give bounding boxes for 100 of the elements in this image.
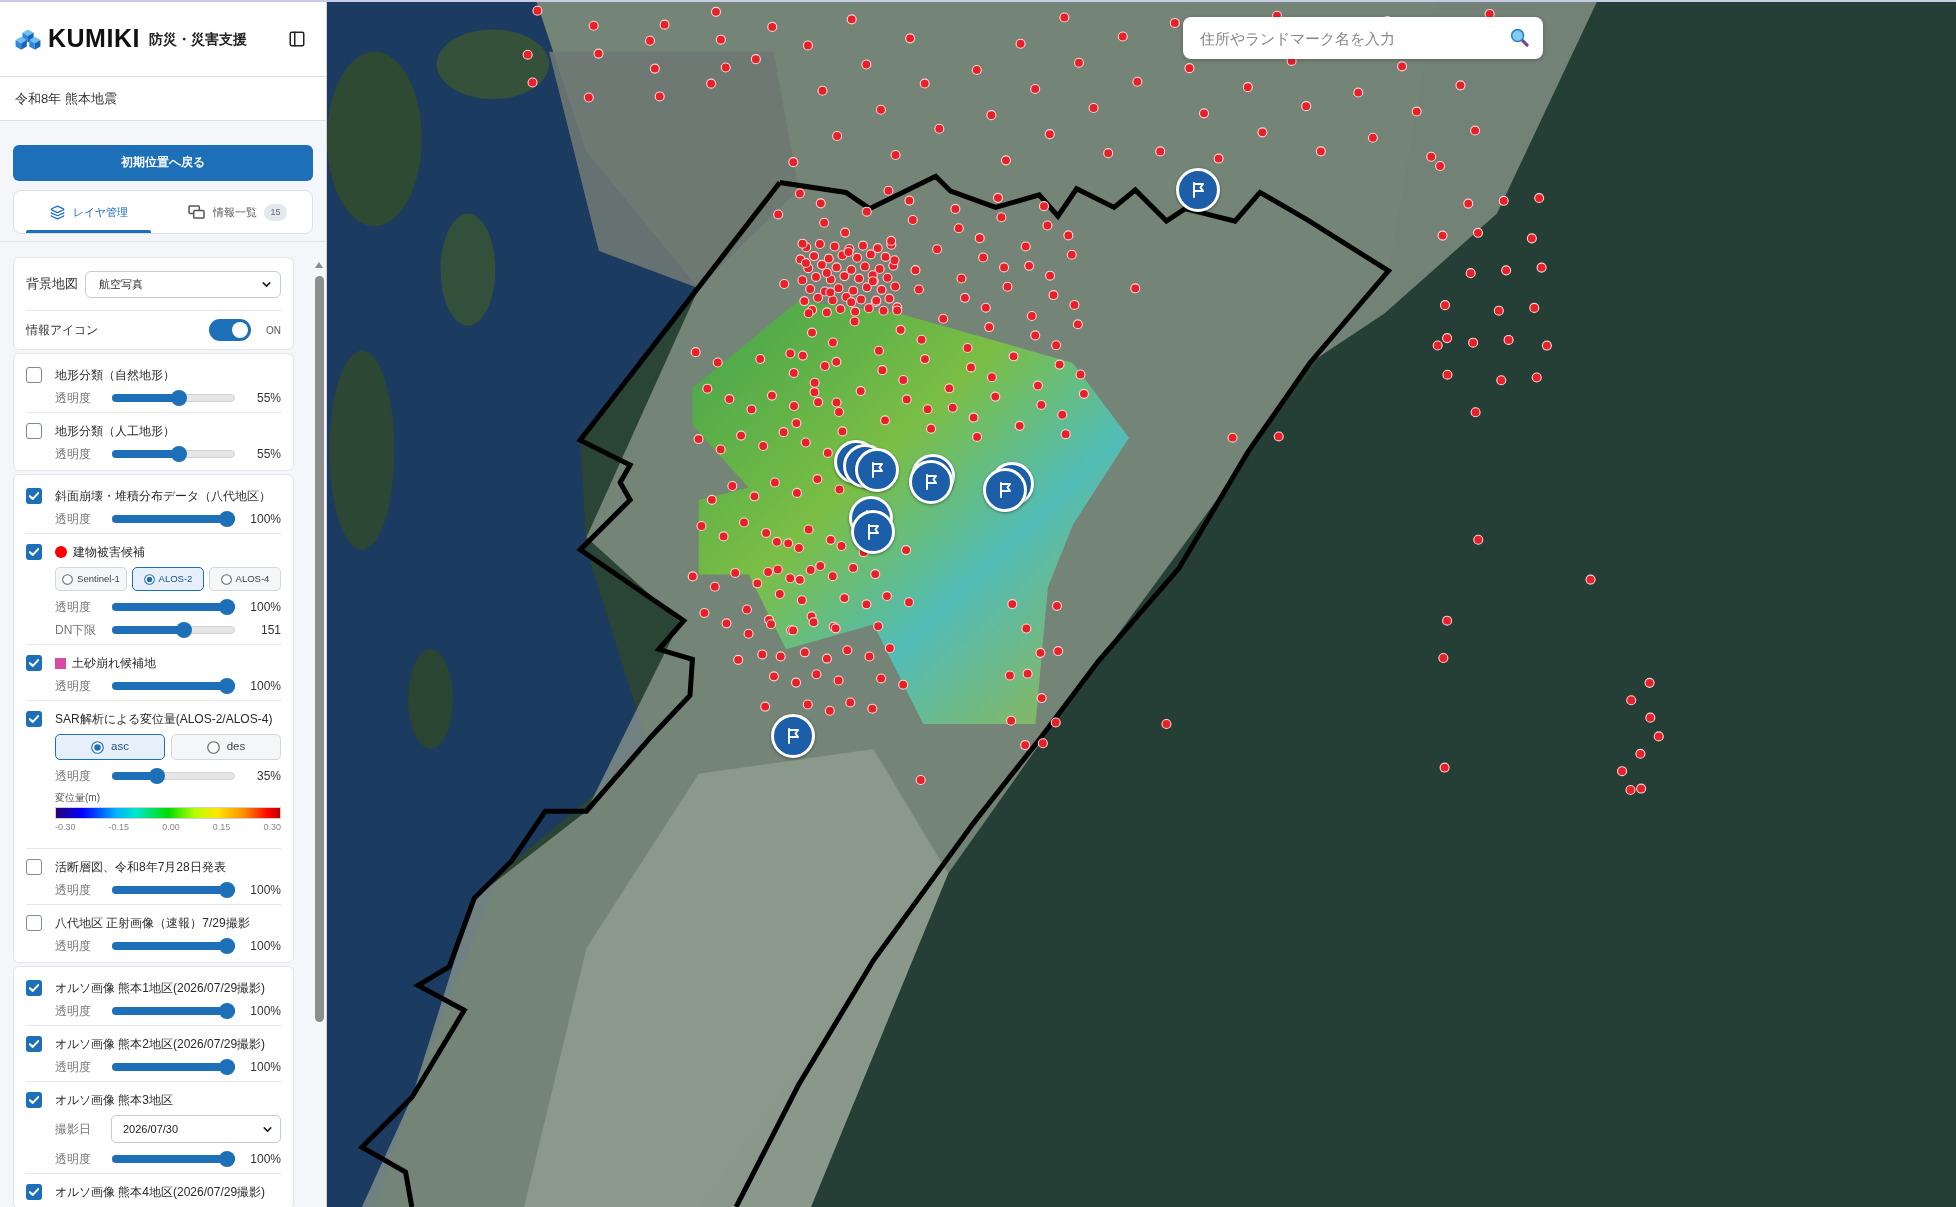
layer-checkbox[interactable] [26,544,42,560]
checkmark-icon [29,492,39,500]
checkmark-icon [29,1188,39,1196]
tab[interactable]: レイヤ管理 [14,191,163,233]
slider-track[interactable] [112,678,235,694]
scrollbar-thumb[interactable] [314,276,324,1022]
layer-name: 地形分類（人工地形） [55,423,175,440]
slider-track[interactable] [112,768,235,784]
layer-checkbox[interactable] [26,1092,42,1108]
layer-checkbox[interactable] [26,488,42,504]
checkmark-icon [29,1096,39,1104]
toggle-switch[interactable] [209,319,251,341]
radio-option[interactable]: ALOS-2 [132,567,204,591]
slider-value: 55% [256,446,281,463]
layer-checkbox[interactable] [26,655,42,671]
toggle-state-label: ON [266,323,281,338]
radio-option[interactable]: ALOS-4 [209,567,281,591]
radio-option[interactable]: des [171,734,281,760]
slider-thumb[interactable] [170,446,187,462]
radio-option[interactable]: asc [55,734,165,760]
layer-name: オルソ画像 熊本4地区(2026/07/29撮影) [55,1184,266,1201]
layer-name: オルソ画像 熊本3地区 [55,1092,173,1109]
layer-name: 活断層図、令和8年7月28日発表 [55,859,226,876]
slider-label: 透明度 [55,511,92,528]
slider-thumb[interactable] [219,1059,235,1075]
radio-icon [62,573,74,585]
slider-label: 透明度 [55,446,92,463]
slider-label: 透明度 [55,1151,92,1168]
slider-thumb[interactable] [219,1151,235,1167]
slider-label: 透明度 [55,938,92,955]
checkmark-icon [29,659,39,667]
layer-checkbox[interactable] [26,711,42,727]
slider-thumb[interactable] [219,511,235,527]
layer-checkbox[interactable] [26,859,42,875]
slider-thumb[interactable] [219,599,235,615]
radio-option[interactable]: Sentinel-1 [55,567,127,591]
checkmark-icon [29,1040,39,1048]
layer-name: オルソ画像 熊本2地区(2026/07/29撮影) [55,1036,266,1053]
info-icons-label: 情報アイコン [26,322,98,339]
radio-icon [220,573,232,585]
slider-label: 透明度 [55,882,92,899]
sidebar-toggle-icon[interactable] [288,30,306,48]
layer-checkbox[interactable] [26,423,42,439]
slider-track[interactable] [112,882,235,898]
slider-thumb[interactable] [219,882,235,898]
slider-thumb[interactable] [176,622,193,638]
slider-label: 透明度 [55,768,92,785]
slider-label: 透明度 [55,599,92,616]
slider-label: 透明度 [55,678,92,695]
checkmark-icon [29,715,39,723]
select-label: 撮影日 [55,1121,92,1138]
slider-track[interactable] [112,938,235,954]
layer-checkbox[interactable] [26,367,42,383]
slider-thumb[interactable] [219,938,235,954]
slider-thumb[interactable] [219,678,235,694]
slider-value: 100% [250,882,281,899]
radio-icon [143,573,155,585]
slider-value: 100% [250,1151,281,1168]
date-select[interactable]: 2026/07/30 [111,1115,281,1143]
slider-track[interactable] [112,390,235,406]
slider-label: DN下限 [55,622,98,639]
slider-track[interactable] [112,622,235,638]
basemap-select[interactable]: 航空写真 [85,271,281,298]
slider-thumb[interactable] [149,768,166,784]
tab[interactable]: 情報一覧 15 [163,191,312,233]
brand-name: KUMIKI [48,23,140,55]
scale-tick-label: 0.30 [263,822,281,833]
layer-checkbox[interactable] [26,1036,42,1052]
slider-value: 100% [250,599,281,616]
search-icon[interactable] [1510,28,1529,47]
slider-label: 透明度 [55,1059,92,1076]
slider-track[interactable] [112,511,235,527]
slider-value: 100% [250,678,281,695]
radio-icon [206,740,220,754]
slider-track[interactable] [112,1151,235,1167]
layer-checkbox[interactable] [26,915,42,931]
layer-name: オルソ画像 熊本1地区(2026/07/29撮影) [55,980,266,997]
brand-tagline: 防災・災害支援 [148,31,247,50]
layer-name: 八代地区 正射画像（速報）7/29撮影 [55,915,250,932]
layer-name: 建物被害候補 [73,544,145,561]
event-title: 令和8年 熊本地震 [15,89,117,108]
layer-name: 土砂崩れ候補地 [72,655,156,672]
slider-track[interactable] [112,1059,235,1075]
slider-track[interactable] [112,1003,235,1019]
layer-checkbox[interactable] [26,980,42,996]
layers-icon [49,204,65,220]
layer-checkbox[interactable] [26,1184,42,1200]
slider-value: 151 [260,622,281,639]
reset-view-button[interactable]: 初期位置へ戻る [13,145,313,181]
slider-thumb[interactable] [170,390,187,406]
basemap-label: 背景地図 [26,276,79,294]
slider-label: 透明度 [55,1003,92,1020]
slider-value: 100% [250,938,281,955]
scroll-up-icon[interactable] [315,262,323,268]
layer-name: 斜面崩壊・堆積分布データ（八代地区） [55,488,271,505]
search-field[interactable]: 住所やランドマーク名を入力 [1183,17,1543,59]
slider-thumb[interactable] [219,1003,235,1019]
slider-track[interactable] [112,446,235,462]
slider-track[interactable] [112,599,235,615]
slider-value: 100% [250,1003,281,1020]
